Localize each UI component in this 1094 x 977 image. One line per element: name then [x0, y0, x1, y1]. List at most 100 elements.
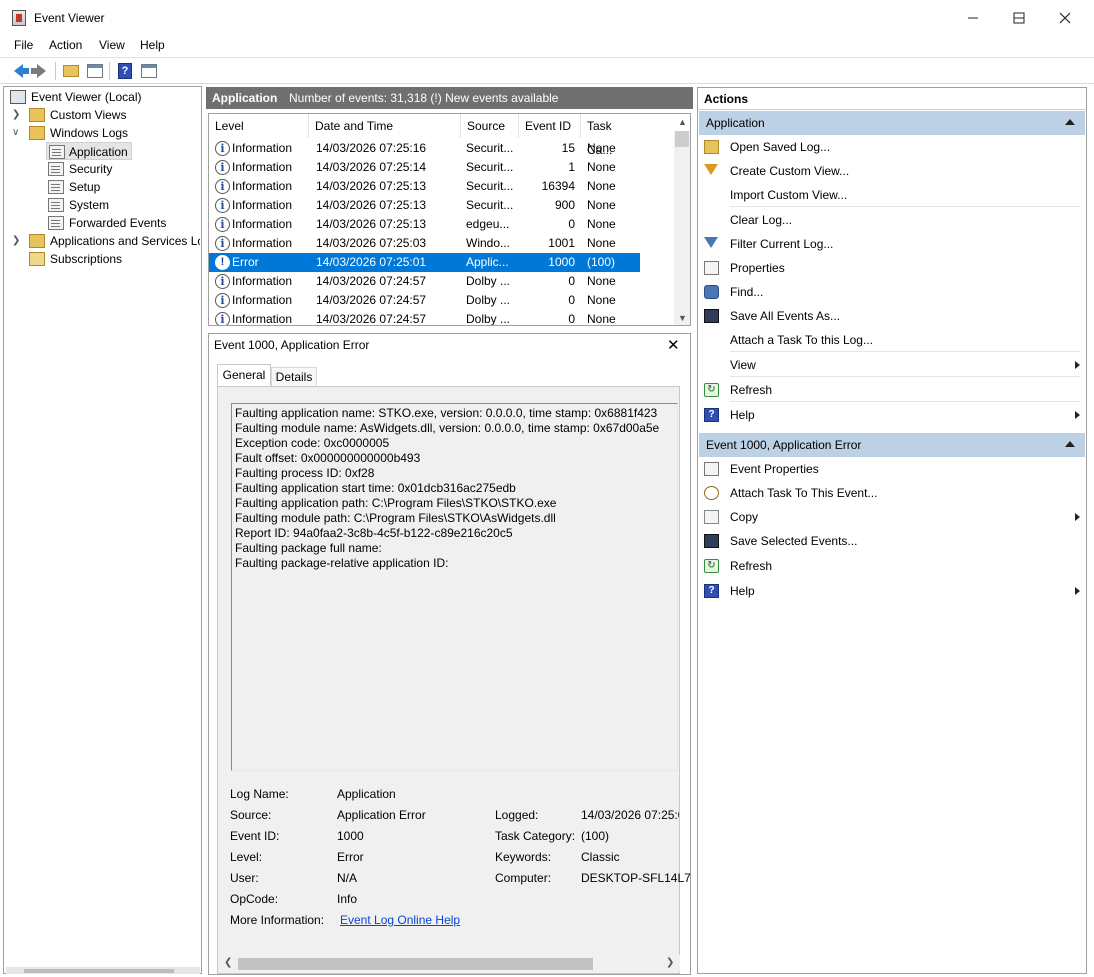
events-scroll-thumb[interactable] — [675, 131, 689, 147]
back-button[interactable] — [8, 61, 29, 81]
refresh-icon: ↻ — [704, 383, 719, 397]
action-refresh[interactable]: ↻ Refresh — [703, 555, 1083, 577]
event-row[interactable]: i Information 14/03/2026 07:24:57 Dolby ...… — [209, 272, 640, 291]
action-pane-button[interactable] — [139, 61, 159, 81]
event-row[interactable]: i Information 14/03/2026 07:25:14 Securit..… — [209, 158, 640, 177]
tree-log-label: Security — [69, 162, 113, 176]
action-view[interactable]: View — [703, 354, 1083, 376]
event-level: Information — [232, 236, 293, 250]
show-hide-tree-button[interactable] — [85, 61, 105, 81]
action-save-selected-events[interactable]: Save Selected Events... — [703, 530, 1083, 552]
action-properties[interactable]: Properties — [703, 257, 1083, 279]
column-task-category[interactable]: Task Ca... — [581, 114, 639, 157]
chevron-right-icon[interactable]: ❯ — [12, 106, 22, 124]
chevron-down-icon[interactable]: ∨ — [12, 124, 22, 142]
action-filter-current-log[interactable]: Filter Current Log... — [703, 233, 1083, 255]
tree-scroll-thumb[interactable] — [24, 969, 174, 973]
event-row[interactable]: i Information 14/03/2026 07:25:13 edgeu... 0… — [209, 215, 640, 234]
tree-log-forwarded-events[interactable]: Forwarded Events — [48, 214, 198, 232]
action-clear-log[interactable]: Clear Log... — [703, 209, 1083, 231]
minimize-window-button[interactable] — [950, 0, 996, 35]
column-source[interactable]: Source — [461, 114, 519, 138]
tree-custom-views[interactable]: ❯ Custom Views — [12, 106, 202, 124]
tree-log-setup[interactable]: Setup — [48, 178, 198, 196]
event-source: Securit... — [466, 160, 514, 174]
action-attach-task-to-this-event[interactable]: Attach Task To This Event... — [703, 482, 1083, 504]
event-row[interactable]: i Information 14/03/2026 07:24:57 Dolby ...… — [209, 310, 640, 325]
tree-subscriptions[interactable]: Subscriptions — [29, 250, 199, 268]
help-icon: ? — [704, 584, 719, 598]
log-icon — [48, 198, 64, 212]
opcode-value: Info — [337, 892, 358, 906]
action-find[interactable]: Find... — [703, 281, 1083, 303]
event-row[interactable]: i Information 14/03/2026 07:25:16 Securit..… — [209, 139, 640, 158]
tree-log-security[interactable]: Security — [48, 160, 198, 178]
maximize-button[interactable] — [996, 0, 1042, 35]
event-row[interactable]: i Information 14/03/2026 07:25:03 Windo... 1… — [209, 234, 640, 253]
action-refresh[interactable]: ↻ Refresh — [703, 379, 1083, 401]
error-icon: ! — [215, 255, 230, 270]
tree-apps-services[interactable]: ❯ Applications and Services Lo — [12, 232, 200, 250]
user-label: User: — [230, 871, 259, 885]
tree-log-application[interactable]: Application — [46, 142, 132, 160]
forward-button[interactable] — [30, 61, 51, 81]
column-event-id[interactable]: Event ID — [519, 114, 581, 138]
window-title: Event Viewer — [34, 11, 105, 25]
scroll-left-icon[interactable]: ❮ — [224, 957, 232, 968]
description-line: Faulting module path: C:\Program Files\S… — [235, 511, 556, 525]
menu-action[interactable]: Action — [49, 38, 82, 52]
menu-file[interactable]: File — [14, 38, 33, 52]
log-name-value: Application — [337, 787, 396, 801]
event-row[interactable]: i Information 14/03/2026 07:25:13 Securit..… — [209, 177, 640, 196]
event-row[interactable]: i Information 14/03/2026 07:24:57 Dolby ...… — [209, 291, 640, 310]
actions-section-application[interactable]: Application — [699, 111, 1085, 135]
detail-scroll-thumb[interactable] — [238, 958, 593, 970]
help-button[interactable]: ? — [115, 61, 135, 81]
tab-details[interactable]: Details — [271, 367, 317, 386]
action-event-properties[interactable]: Event Properties — [703, 458, 1083, 480]
action-import-custom-view[interactable]: Import Custom View... — [703, 184, 1083, 206]
collapse-up-icon[interactable] — [1065, 441, 1075, 447]
event-log-online-help-link[interactable]: Event Log Online Help — [340, 913, 460, 927]
action-open-saved-log[interactable]: Open Saved Log... — [703, 136, 1083, 158]
tree-root[interactable]: Event Viewer (Local) — [10, 88, 200, 106]
information-icon: i — [215, 236, 230, 251]
tab-general[interactable]: General — [217, 364, 271, 386]
action-help[interactable]: ? Help — [703, 404, 1083, 426]
scroll-right-icon[interactable]: ❯ — [666, 957, 674, 968]
close-button[interactable] — [1042, 0, 1088, 35]
event-date-time: 14/03/2026 07:25:16 — [316, 141, 427, 155]
actions-section-event[interactable]: Event 1000, Application Error — [699, 433, 1085, 457]
action-create-custom-view[interactable]: Create Custom View... — [703, 160, 1083, 182]
events-vertical-scrollbar[interactable] — [674, 131, 690, 325]
menu-help[interactable]: Help — [140, 38, 165, 52]
close-detail-icon[interactable]: ✕ — [667, 336, 680, 354]
keywords-label: Keywords: — [495, 850, 552, 864]
action-attach-a-task-to-this-log[interactable]: Attach a Task To this Log... — [703, 329, 1083, 351]
event-source: Dolby ... — [466, 274, 511, 288]
tree-log-system[interactable]: System — [48, 196, 198, 214]
action-label: Attach Task To This Event... — [730, 486, 878, 500]
tree-windows-logs[interactable]: ∨ Windows Logs — [12, 124, 202, 142]
collapse-up-icon[interactable] — [1065, 119, 1075, 125]
scroll-down-icon[interactable]: ▼ — [678, 313, 687, 323]
event-source: Securit... — [466, 198, 514, 212]
action-help[interactable]: ? Help — [703, 580, 1083, 602]
event-row[interactable]: i Information 14/03/2026 07:25:13 Securit..… — [209, 196, 640, 215]
event-id: 1 — [568, 160, 575, 174]
menu-bar: File Action View Help — [0, 35, 1094, 57]
action-save-all-events-as[interactable]: Save All Events As... — [703, 305, 1083, 327]
event-level: Information — [232, 141, 293, 155]
refresh-icon: ↻ — [704, 559, 719, 573]
minimize-window-icon — [968, 17, 978, 18]
column-date-time[interactable]: Date and Time — [309, 114, 461, 138]
menu-view[interactable]: View — [99, 38, 125, 52]
action-copy[interactable]: Copy — [703, 506, 1083, 528]
chevron-right-icon[interactable]: ❯ — [12, 232, 22, 250]
scroll-up-icon[interactable]: ▲ — [678, 117, 687, 127]
computer-icon — [10, 90, 26, 104]
column-level[interactable]: Level — [209, 114, 309, 138]
up-folder-button[interactable] — [61, 61, 81, 81]
action-label: Save All Events As... — [730, 309, 841, 323]
event-row[interactable]: ! Error 14/03/2026 07:25:01 Applic... 1000 (1… — [209, 253, 640, 272]
